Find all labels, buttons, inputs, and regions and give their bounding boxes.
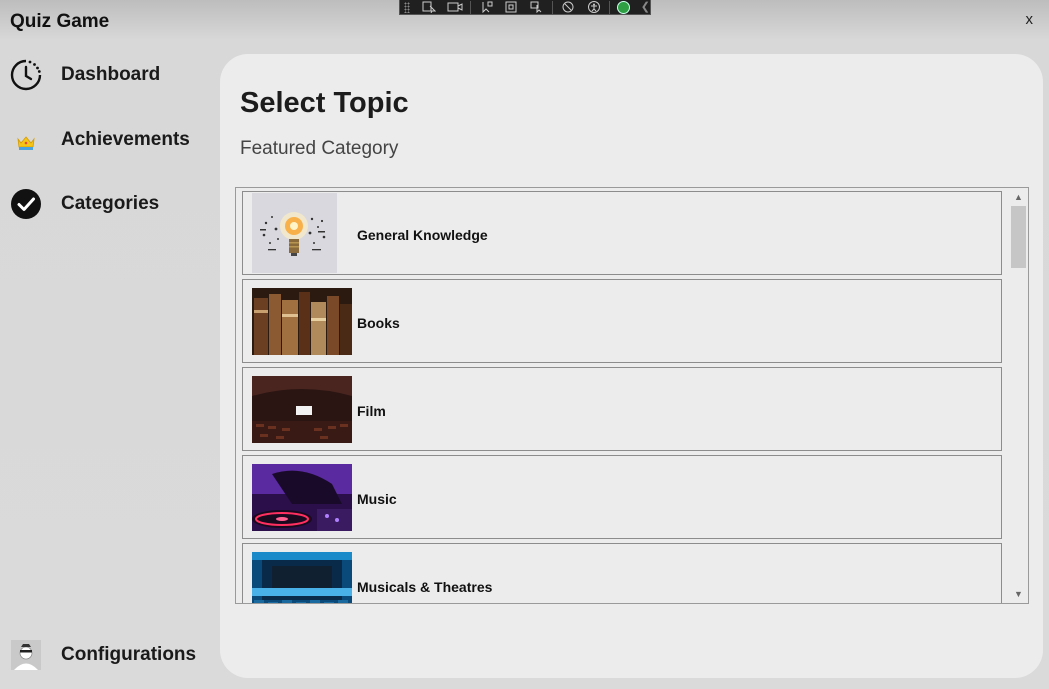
sidebar-item-dashboard[interactable]: Dashboard [10, 58, 160, 92]
select-element-icon[interactable] [421, 1, 437, 14]
sidebar-item-label: Categories [61, 193, 160, 214]
avatar-icon [10, 639, 42, 671]
vertical-scrollbar[interactable]: ▲ ▼ [1009, 188, 1028, 603]
app-title: Quiz Game [10, 11, 110, 32]
video-icon[interactable] [447, 1, 463, 14]
close-button[interactable]: x [1026, 11, 1034, 28]
crown-icon [10, 124, 42, 156]
layout-icon[interactable] [504, 1, 520, 14]
check-icon[interactable] [616, 0, 630, 14]
main-panel: Select Topic Featured Category General K… [220, 54, 1043, 678]
category-label: General Knowledge [357, 227, 488, 243]
scroll-up-icon[interactable]: ▲ [1009, 190, 1028, 204]
lightbulb-image [252, 193, 337, 273]
category-card-books[interactable]: Books [242, 279, 1002, 363]
cinema-image [252, 376, 352, 443]
category-card-general-knowledge[interactable]: General Knowledge [242, 191, 1002, 275]
collapse-icon[interactable]: ❮ [641, 1, 650, 14]
category-card-film[interactable]: Film [242, 367, 1002, 451]
category-label: Musicals & Theatres [357, 579, 493, 595]
category-card-music[interactable]: Music [242, 455, 1002, 539]
sidebar-item-label: Achievements [61, 129, 190, 150]
accessibility-icon[interactable] [586, 1, 602, 14]
dj-turntable-image [252, 464, 352, 531]
category-label: Music [357, 491, 397, 507]
debug-toolbar: ❮ [399, 0, 651, 15]
pointer-icon[interactable] [478, 1, 494, 14]
clock-icon [10, 59, 42, 91]
sidebar-item-achievements[interactable]: Achievements [10, 123, 190, 157]
hot-reload-icon[interactable] [560, 1, 576, 14]
checkmark-icon [10, 188, 42, 220]
sidebar-item-categories[interactable]: Categories [10, 187, 159, 221]
grip-icon[interactable] [404, 1, 410, 13]
category-label: Books [357, 315, 400, 331]
sidebar-item-label: Configurations [61, 644, 197, 665]
cursor-select-icon[interactable] [529, 1, 545, 14]
separator [552, 0, 554, 14]
category-card-musicals-theatres[interactable]: Musicals & Theatres [242, 543, 1002, 603]
category-list[interactable]: General Knowledge Books Film Music Music… [235, 187, 1029, 604]
sidebar-item-configurations[interactable]: Configurations [10, 638, 196, 672]
separator [608, 0, 610, 14]
scroll-down-icon[interactable]: ▼ [1009, 587, 1028, 601]
separator [469, 0, 471, 14]
category-label: Film [357, 403, 386, 419]
page-title: Select Topic [240, 87, 409, 119]
page-subtitle: Featured Category [240, 138, 399, 159]
books-image [252, 288, 352, 355]
scroll-thumb[interactable] [1011, 206, 1026, 268]
sidebar-item-label: Dashboard [61, 64, 161, 85]
theatre-stage-image [252, 552, 352, 603]
